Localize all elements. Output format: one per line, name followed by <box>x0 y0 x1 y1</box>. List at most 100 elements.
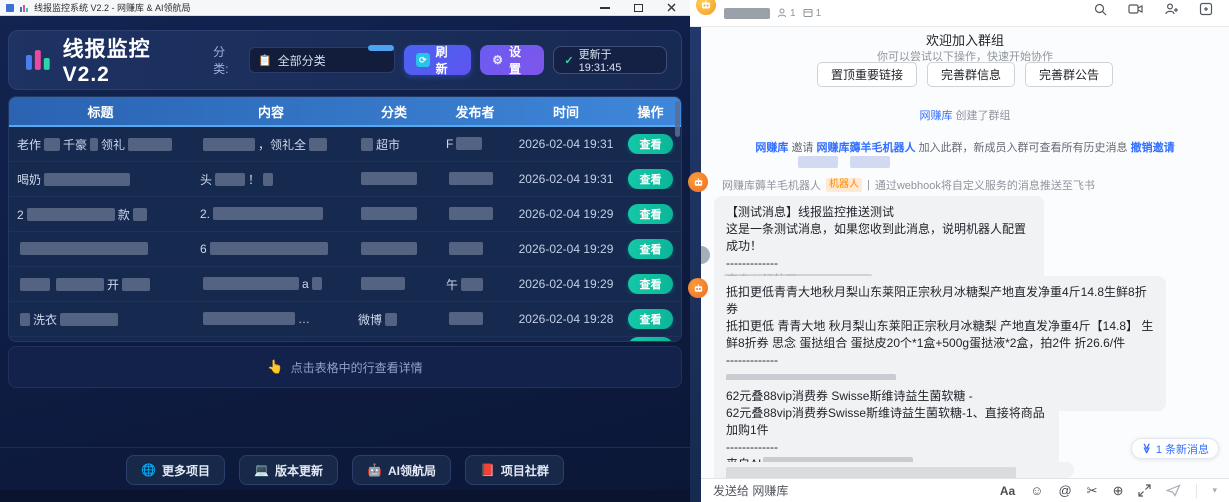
font-style-icon[interactable]: Aa <box>1000 484 1015 498</box>
attach-icon[interactable]: ⊕ <box>1113 484 1124 498</box>
table-row[interactable]: 6 2026-02-04 19:29 查看 <box>9 232 681 267</box>
member-count[interactable]: 1 <box>777 8 796 19</box>
bot-link[interactable]: 网赚库薅羊毛机器人 <box>817 142 916 154</box>
invite-line: 网赚库 邀请 网赚库薅羊毛机器人 加入此群，新成员入群可查看所有历史消息 撤销邀… <box>701 139 1229 155</box>
ai-bureau-button[interactable]: 🤖AI领航局 <box>352 455 451 485</box>
select-indicator <box>368 45 394 51</box>
group-created-line: 网赚库 创建了群组 <box>701 107 1229 123</box>
screenshot-icon[interactable]: ✂ <box>1087 484 1098 498</box>
monitor-window: 线报监控系统 V2.2 - 网赚库 & AI领航局 线报监控 V2.2 分类: … <box>0 0 690 502</box>
column-header-content: 内容 <box>192 97 350 125</box>
more-settings-icon[interactable] <box>1199 2 1213 16</box>
composer-placeholder: 发送给 网赚库 <box>713 482 788 499</box>
refresh-button[interactable]: ⟳ 刷新 <box>404 45 471 75</box>
table-row[interactable]: 洗衣 … 微博 2026-02-04 19:28 查看 <box>9 302 681 337</box>
send-icon[interactable] <box>1166 484 1181 497</box>
app-logo-icon <box>23 45 53 75</box>
pinned-count[interactable]: 1 <box>803 8 822 19</box>
bot-sender-line: 网赚库薅羊毛机器人 机器人 | 通过webhook将自定义服务的消息推送至飞书 <box>722 177 1095 193</box>
inviter-link[interactable]: 网赚库 <box>755 142 788 154</box>
globe-icon: 🌐 <box>141 463 156 477</box>
message-bubble-partial[interactable] <box>714 462 1074 478</box>
table-scrollbar-thumb[interactable] <box>675 101 680 137</box>
window-app-icon <box>6 4 14 12</box>
view-button[interactable]: 查看 <box>628 134 673 154</box>
column-header-action: 操作 <box>620 97 681 125</box>
table-hint: 👆 点击表格中的行查看详情 <box>8 346 682 388</box>
more-projects-button[interactable]: 🌐更多项目 <box>126 455 225 485</box>
chat-sidebar-sliver <box>690 25 701 502</box>
send-options-caret[interactable]: ▾ <box>1212 485 1217 496</box>
gear-icon: ⚙ <box>492 53 503 67</box>
table-row-partial[interactable]: 查看 <box>9 337 681 342</box>
video-call-icon[interactable] <box>1128 2 1144 16</box>
table-row[interactable]: 喝奶 头！ 2026-02-04 19:31 查看 <box>9 162 681 197</box>
close-button[interactable] <box>667 3 676 12</box>
new-messages-badge[interactable]: ≫ 1 条新消息 <box>1131 438 1219 459</box>
complete-announcement-button[interactable]: 完善群公告 <box>1025 62 1113 87</box>
robot-icon: 🤖 <box>367 463 382 477</box>
column-header-time: 时间 <box>512 97 620 125</box>
row-time: 2026-02-04 19:31 <box>512 137 620 151</box>
bot-avatar[interactable] <box>688 172 708 192</box>
settings-button[interactable]: ⚙ 设置 <box>480 45 544 75</box>
bot-badge: 机器人 <box>826 178 862 192</box>
app-header: 线报监控 V2.2 分类: 📋 全部分类 ⟳ 刷新 ⚙ 设置 ✓ 更新于 19:… <box>8 30 682 90</box>
view-button[interactable]: 查看 <box>628 169 673 189</box>
robot-avatar-icon <box>700 0 712 11</box>
robot-avatar-icon <box>693 177 704 188</box>
group-avatar[interactable] <box>694 0 718 17</box>
column-header-category: 分类 <box>350 97 438 125</box>
redacted-block <box>850 156 890 168</box>
quick-actions: 置顶重要链接 完善群信息 完善群公告 <box>701 62 1229 87</box>
collapse-handle[interactable] <box>701 246 710 264</box>
table-header-row: 标题 内容 分类 发布者 时间 操作 <box>9 97 681 127</box>
clipboard-icon: 📋 <box>258 54 272 67</box>
report-table: 标题 内容 分类 发布者 时间 操作 老作千豪领礼 ，领礼全 超市 F 2026… <box>8 96 682 342</box>
maximize-button[interactable] <box>634 4 643 12</box>
refresh-icon: ⟳ <box>416 53 430 67</box>
version-update-button[interactable]: 💻版本更新 <box>239 455 338 485</box>
category-select[interactable]: 📋 全部分类 <box>249 47 395 73</box>
emoji-icon[interactable]: ☺ <box>1030 484 1043 498</box>
view-button[interactable]: 查看 <box>628 274 673 294</box>
revoke-invite-link[interactable]: 撤销邀请 <box>1131 142 1175 154</box>
column-header-title: 标题 <box>9 97 192 125</box>
bottom-strip <box>0 490 690 502</box>
message-composer[interactable]: 发送给 网赚库 Aa ☺ @ ✂ ⊕ ▾ <box>701 478 1229 502</box>
minimize-button[interactable] <box>600 7 610 9</box>
view-button[interactable]: 查看 <box>628 204 673 224</box>
hint-text: 点击表格中的行查看详情 <box>291 359 423 376</box>
search-icon[interactable] <box>1093 2 1108 17</box>
mention-icon[interactable]: @ <box>1058 484 1071 498</box>
table-row[interactable]: 开 a 午 2026-02-04 19:29 查看 <box>9 267 681 302</box>
check-icon: ✓ <box>564 54 573 67</box>
row-time: 2026-02-04 19:31 <box>512 172 620 186</box>
window-title: 线报监控系统 V2.2 - 网赚库 & AI领航局 <box>34 1 191 14</box>
robot-avatar-icon <box>693 283 704 294</box>
book-icon: 📕 <box>480 463 495 477</box>
row-time: 2026-02-04 19:29 <box>512 242 620 256</box>
pin-link-button[interactable]: 置顶重要链接 <box>817 62 917 87</box>
bot-avatar[interactable] <box>688 278 708 298</box>
view-button[interactable]: 查看 <box>628 309 673 329</box>
window-titlebar: 线报监控系统 V2.2 - 网赚库 & AI领航局 <box>0 0 690 16</box>
creator-link[interactable]: 网赚库 <box>919 110 952 122</box>
last-updated-badge: ✓ 更新于 19:31:45 <box>553 46 667 74</box>
row-time: 2026-02-04 19:29 <box>512 277 620 291</box>
complete-info-button[interactable]: 完善群信息 <box>927 62 1015 87</box>
chat-window: 1 1 欢迎加入群组 你可以尝试以下操作，快速开始协作 置顶重要链接 完善群信息… <box>690 0 1229 502</box>
view-button[interactable]: 查看 <box>628 337 673 342</box>
person-icon <box>777 8 787 18</box>
table-row[interactable]: 2款 2. 2026-02-04 19:29 查看 <box>9 197 681 232</box>
expand-icon[interactable] <box>1138 484 1151 497</box>
add-member-icon[interactable] <box>1164 2 1179 16</box>
table-row[interactable]: 老作千豪领礼 ，领礼全 超市 F 2026-02-04 19:31 查看 <box>9 127 681 162</box>
community-button[interactable]: 📕项目社群 <box>465 455 564 485</box>
pointing-hand-icon: 👆 <box>267 359 283 375</box>
category-value: 全部分类 <box>278 52 326 69</box>
toolbar-divider <box>1196 484 1197 498</box>
footer-buttons: 🌐更多项目 💻版本更新 🤖AI领航局 📕项目社群 <box>0 455 690 485</box>
view-button[interactable]: 查看 <box>628 239 673 259</box>
last-updated-text: 更新于 19:31:45 <box>579 46 656 74</box>
